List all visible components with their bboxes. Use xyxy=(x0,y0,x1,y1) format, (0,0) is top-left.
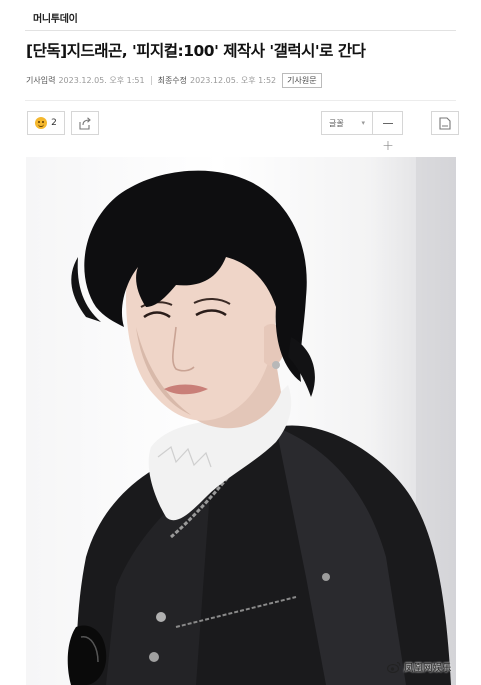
watermark: 凤凰网娱乐 xyxy=(387,660,452,674)
chevron-down-icon: ▾ xyxy=(361,119,365,127)
original-article-button[interactable]: 기사원문 xyxy=(282,72,322,88)
watermark-text: 凤凰网娱乐 xyxy=(404,663,452,674)
article-meta: 기사입력 2023.12.05. 오후 1:51 최종수정 2023.12.05… xyxy=(26,72,322,88)
share-icon xyxy=(79,116,91,130)
weibo-icon xyxy=(387,662,401,673)
print-button[interactable] xyxy=(431,111,459,135)
font-select[interactable]: 글꼴 ▾ xyxy=(321,111,373,135)
modified-date: 2023.12.05. 오후 1:52 xyxy=(190,75,277,85)
font-select-value: 글꼴 xyxy=(329,118,344,128)
minus-icon xyxy=(382,122,393,124)
font-size-increase-button[interactable]: + xyxy=(373,135,403,157)
toolbar-divider xyxy=(25,100,456,101)
published-date: 2023.12.05. 오후 1:51 xyxy=(58,75,145,85)
share-button[interactable] xyxy=(71,111,99,135)
reaction-count: 2 xyxy=(51,118,57,128)
site-logo[interactable]: 머니투데이 xyxy=(33,10,78,25)
print-icon xyxy=(439,116,451,130)
reaction-button[interactable]: 2 xyxy=(27,111,65,135)
article-headline: [단독]지드래곤, '피지컬:100' 제작사 '갤럭시'로 간다 xyxy=(26,42,366,60)
font-size-decrease-button[interactable] xyxy=(373,111,403,135)
header-divider xyxy=(25,30,456,31)
article-photo xyxy=(26,157,456,685)
portrait-illustration xyxy=(67,157,456,685)
plus-icon: + xyxy=(382,138,394,154)
published-label: 기사입력 xyxy=(26,75,56,85)
meta-separator xyxy=(150,75,152,85)
smile-emoji-icon xyxy=(35,117,48,129)
modified-label: 최종수정 xyxy=(157,75,188,85)
